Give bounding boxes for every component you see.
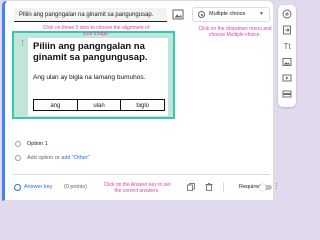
side-toolbar: Tt: [278, 5, 296, 107]
image-title: Piliin ang pangngalan na ginamit sa pang…: [33, 41, 148, 63]
image-sentence: Ang ulan ay bigla na lamang bumuhos.: [33, 74, 146, 81]
check-circle-icon: [14, 184, 21, 191]
choice-cell: ang: [33, 99, 78, 111]
chevron-down-icon: ▼: [259, 11, 264, 17]
trash-icon[interactable]: [205, 183, 213, 191]
footer-separator: [223, 182, 224, 192]
radio-icon: [15, 141, 21, 147]
section-icon[interactable]: [282, 89, 292, 99]
question-title-input[interactable]: Piliin ang pangngalan na ginamit sa pang…: [14, 8, 167, 22]
choice-table: ang ulan biglo: [33, 99, 165, 111]
more-vert-icon[interactable]: ⋮: [273, 183, 280, 191]
radio-button-icon: [198, 11, 205, 18]
answer-key-label: Answer key: [24, 184, 53, 190]
copy-icon[interactable]: [187, 183, 195, 191]
import-icon[interactable]: [282, 25, 292, 35]
image-icon[interactable]: [282, 57, 292, 67]
svg-text:Tt: Tt: [283, 42, 291, 51]
points-label: (0 points): [64, 184, 87, 190]
drag-dots-icon[interactable]: ⋮: [19, 40, 26, 47]
question-image[interactable]: ⋮ Piliin ang pangngalan na ginamit sa pa…: [12, 31, 175, 119]
image-icon[interactable]: [172, 9, 184, 20]
image-content: Piliin ang pangngalan na ginamit sa pang…: [28, 38, 168, 116]
add-option-button[interactable]: Add option: [27, 155, 53, 161]
choice-cell: ulan: [76, 99, 122, 111]
required-label: Required: [239, 184, 262, 190]
answer-key-hint: Click on the Answer key to set the corre…: [103, 182, 171, 194]
question-card: Piliin ang pangngalan na ginamit sa pang…: [2, 0, 280, 201]
dots-hint: Click on these 3 dots to choose the alig…: [42, 25, 150, 37]
add-circle-icon[interactable]: [282, 9, 292, 19]
radio-icon: [15, 155, 21, 161]
video-icon[interactable]: [282, 73, 292, 83]
option-label[interactable]: Option 1: [27, 140, 48, 148]
choice-cell: biglo: [120, 99, 165, 111]
question-type-select[interactable]: Multiple choice ▼: [192, 7, 270, 22]
title-icon[interactable]: Tt: [282, 41, 292, 51]
or-label: or: [54, 155, 60, 161]
add-other-link[interactable]: add "Other": [61, 155, 89, 161]
dropdown-hint: Click on the dropdown menu and choose Mu…: [198, 26, 272, 38]
footer-divider: [12, 174, 270, 175]
question-type-label: Multiple choice: [209, 11, 246, 17]
required-toggle[interactable]: [259, 184, 272, 191]
